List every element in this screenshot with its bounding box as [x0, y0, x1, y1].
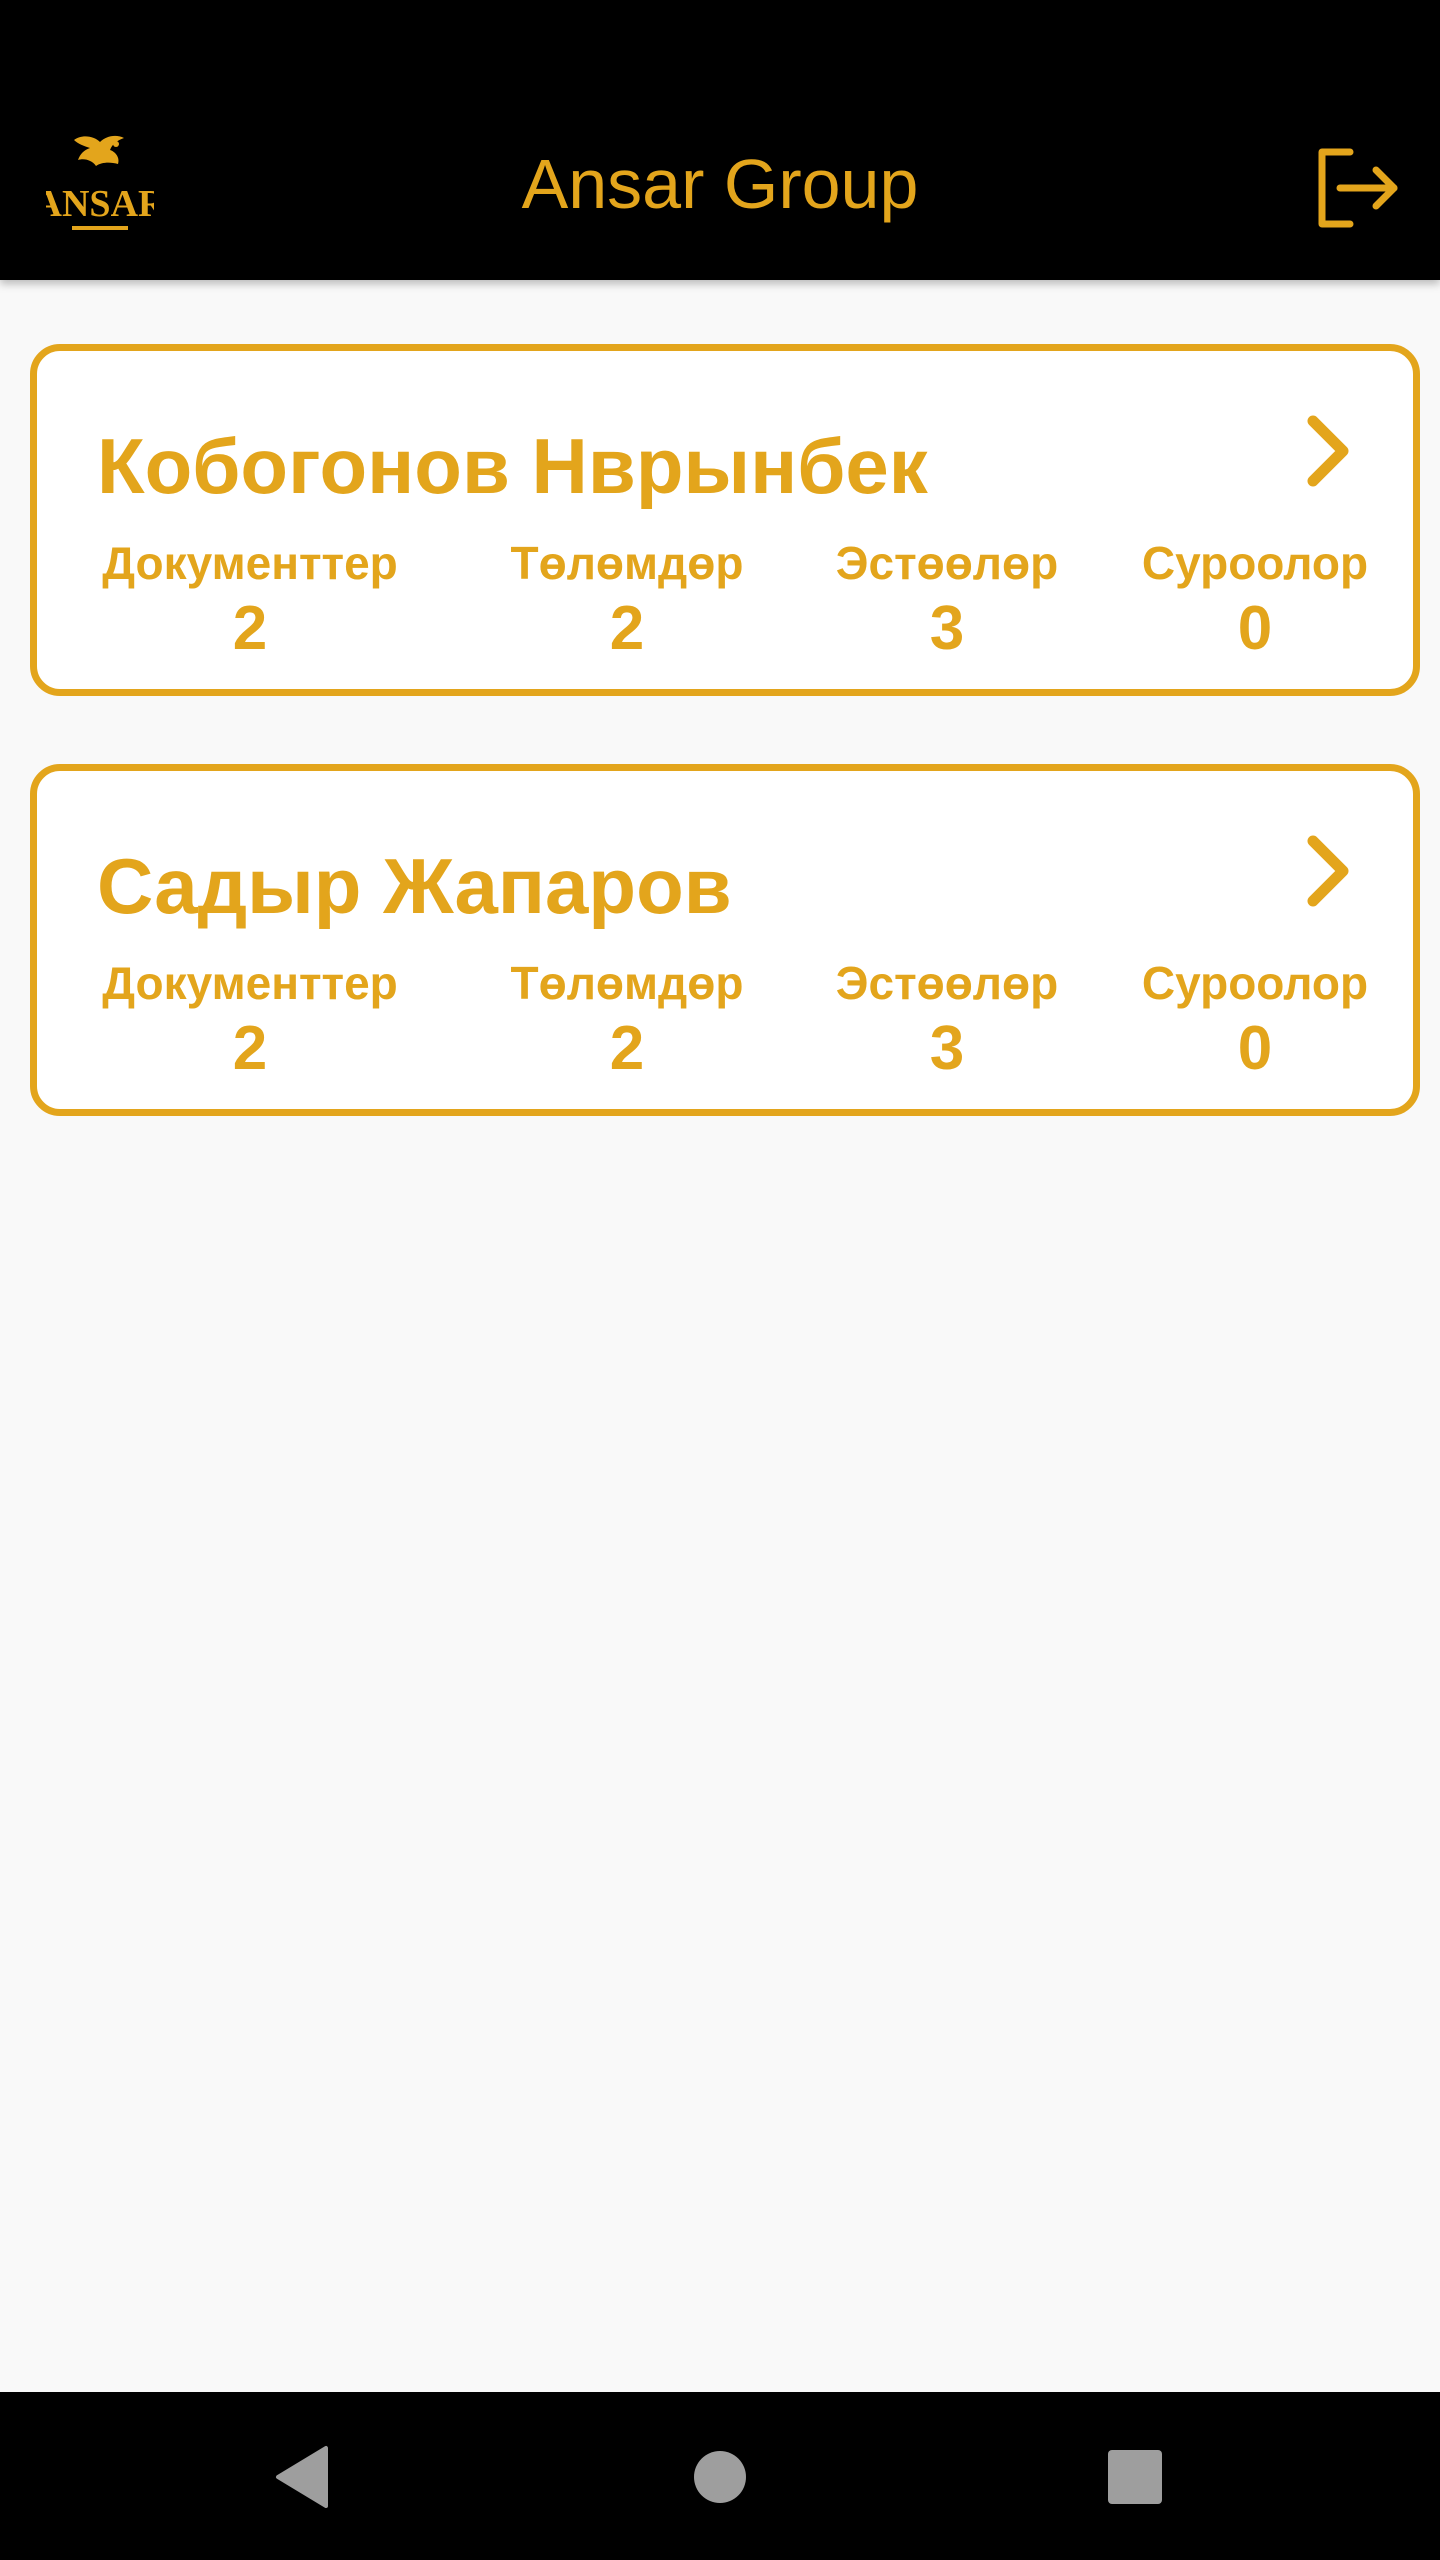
- person-card[interactable]: Садыр Жапаров Документтер 2 Төлөмдөр 2 Э…: [30, 764, 1420, 1116]
- stat-label: Төлөмдөр: [510, 537, 744, 589]
- chevron-right-icon[interactable]: [1299, 411, 1359, 491]
- stat-value: 0: [1237, 594, 1273, 663]
- stat-value: 3: [929, 594, 965, 663]
- stat-questions: Суроолор 0: [1125, 535, 1385, 667]
- stat-documents: Документтер 2: [95, 535, 405, 667]
- logout-icon: [1318, 148, 1398, 228]
- stat-label: Төлөмдөр: [510, 957, 744, 1009]
- system-nav-bar: [0, 2392, 1440, 2560]
- stat-payments: Төлөмдөр 2: [487, 535, 767, 667]
- back-triangle-icon: [276, 2446, 328, 2508]
- stat-label: Суроолор: [1141, 537, 1369, 589]
- recents-button[interactable]: [1090, 2432, 1180, 2522]
- person-name: Садыр Жапаров: [97, 842, 732, 930]
- person-name: Кобогонов Нврынбек: [97, 422, 928, 510]
- stat-value: 3: [929, 1014, 965, 1083]
- stat-reminders: Эстөөлөр 3: [807, 955, 1087, 1087]
- recents-square-icon: [1108, 2450, 1162, 2504]
- chevron-right-icon[interactable]: [1299, 831, 1359, 911]
- stat-value: 0: [1237, 1014, 1273, 1083]
- home-button[interactable]: [675, 2432, 765, 2522]
- stat-label: Суроолор: [1141, 957, 1369, 1009]
- stat-value: 2: [609, 1014, 645, 1083]
- stat-label: Документтер: [102, 537, 398, 589]
- stat-documents: Документтер 2: [95, 955, 405, 1087]
- back-button[interactable]: [256, 2432, 346, 2522]
- status-bar: [0, 0, 1440, 90]
- home-circle-icon: [694, 2451, 746, 2503]
- stat-value: 2: [232, 594, 268, 663]
- stat-questions: Суроолор 0: [1125, 955, 1385, 1087]
- stat-value: 2: [232, 1014, 268, 1083]
- page-title: Ansar Group: [521, 145, 919, 223]
- stat-reminders: Эстөөлөр 3: [807, 535, 1087, 667]
- stat-value: 2: [609, 594, 645, 663]
- app-bar: ANSAR Ansar Group: [0, 90, 1440, 280]
- stat-label: Эстөөлөр: [835, 957, 1059, 1009]
- stat-label: Документтер: [102, 957, 398, 1009]
- person-card[interactable]: Кобогонов Нврынбек Документтер 2 Төлөмдө…: [30, 344, 1420, 696]
- stat-payments: Төлөмдөр 2: [487, 955, 767, 1087]
- stat-label: Эстөөлөр: [835, 537, 1059, 589]
- logout-button[interactable]: [1310, 142, 1402, 234]
